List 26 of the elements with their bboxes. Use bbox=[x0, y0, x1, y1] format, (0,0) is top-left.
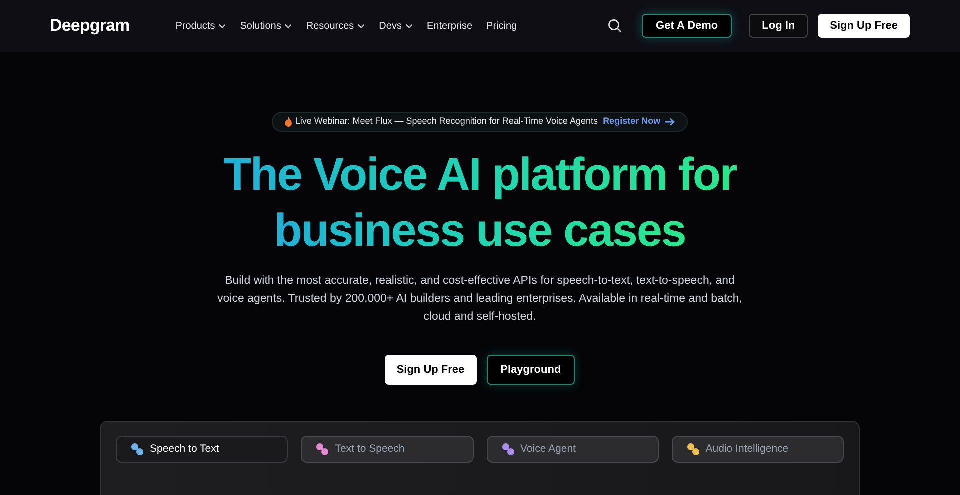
announcement-text: Live Webinar: Meet Flux — Speech Recognition for Real-Time Voice Agents bbox=[295, 115, 598, 128]
register-link[interactable]: Register Now bbox=[603, 115, 675, 129]
product-tab[interactable]: Text to Speech bbox=[301, 436, 474, 463]
product-tab[interactable]: Voice Agent bbox=[486, 436, 659, 463]
chevron-down-icon bbox=[358, 24, 366, 28]
chevron-down-icon bbox=[406, 24, 413, 28]
product-tab[interactable]: Audio Intelligence bbox=[672, 436, 844, 463]
playground-button[interactable]: Playground bbox=[486, 355, 576, 385]
login-button[interactable]: Log In bbox=[749, 14, 808, 38]
signup-button[interactable]: Sign Up Free bbox=[818, 14, 910, 38]
search-icon[interactable] bbox=[608, 19, 622, 33]
nav-link[interactable]: Pricing bbox=[486, 18, 518, 34]
chevron-down-icon bbox=[219, 24, 226, 28]
nav-link[interactable]: Devs bbox=[379, 18, 413, 34]
nav-link[interactable]: Enterprise bbox=[426, 18, 473, 34]
hero-description: Build with the most accurate, realistic, and cost-effective APIs for speech-to-text, text-to-speech, and voice agents. Trusted by 200,000+ AI builders and leading enterprises. Available in real-time and batch, cloud and self-hosted. bbox=[216, 274, 744, 325]
flame-icon bbox=[285, 117, 292, 127]
nav-link[interactable]: Products bbox=[176, 18, 226, 34]
nav-link[interactable]: Resources bbox=[306, 18, 366, 34]
product-tab[interactable]: Speech to Text bbox=[116, 436, 288, 463]
logo[interactable]: Deepgram bbox=[50, 13, 130, 39]
signup-button[interactable]: Sign Up Free bbox=[384, 355, 477, 385]
arrow-right-icon bbox=[664, 118, 675, 126]
demo-button[interactable]: Get A Demo bbox=[642, 14, 732, 38]
nav-link[interactable]: Solutions bbox=[240, 18, 292, 34]
chevron-down-icon bbox=[285, 24, 292, 28]
